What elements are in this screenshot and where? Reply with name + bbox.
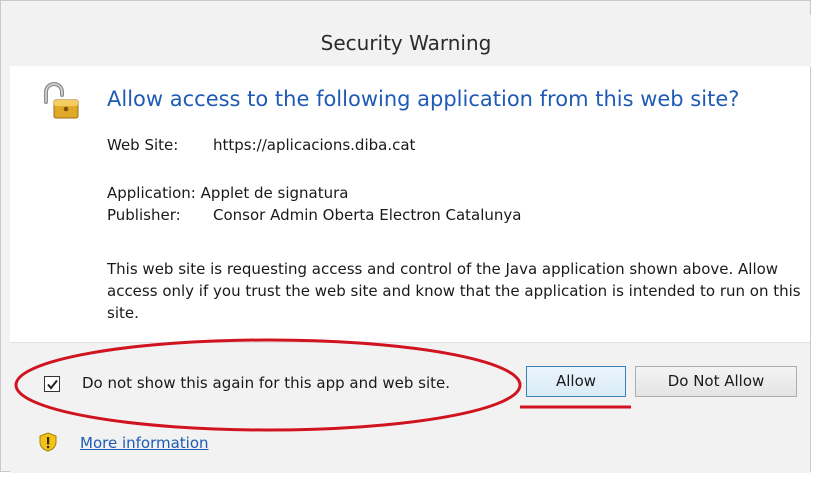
warning-shield-icon (38, 432, 58, 452)
application-value: Applet de signatura (200, 184, 349, 202)
screenshot-canvas: Security Warning Allow access to the fol… (0, 0, 814, 478)
website-row: Web Site: https://aplicacions.diba.cat (107, 136, 415, 154)
dialog-content: Allow access to the following applicatio… (10, 66, 810, 342)
unlocked-padlock-icon (40, 82, 82, 120)
do-not-allow-button[interactable]: Do Not Allow (635, 366, 797, 397)
application-row: Application: Applet de signatura (107, 184, 348, 202)
publisher-value: Consor Admin Oberta Electron Catalunya (213, 206, 522, 224)
publisher-row: Publisher: Consor Admin Oberta Electron C… (107, 206, 522, 224)
dialog-title: Security Warning (1, 15, 811, 67)
dialog-headline: Allow access to the following applicatio… (107, 87, 740, 111)
website-value: https://aplicacions.diba.cat (213, 136, 416, 154)
application-label: Application: (107, 184, 196, 202)
publisher-label: Publisher: (107, 206, 181, 224)
do-not-show-again-checkbox[interactable] (44, 376, 60, 392)
do-not-show-again-label[interactable]: Do not show this again for this app and … (82, 374, 450, 392)
checkmark-icon (47, 379, 58, 390)
dialog-footer: Do not show this again for this app and … (10, 342, 810, 473)
more-information-link[interactable]: More information (80, 434, 209, 452)
allow-button[interactable]: Allow (526, 366, 626, 397)
dialog-description: This web site is requesting access and c… (107, 260, 801, 322)
website-label: Web Site: (107, 136, 179, 154)
